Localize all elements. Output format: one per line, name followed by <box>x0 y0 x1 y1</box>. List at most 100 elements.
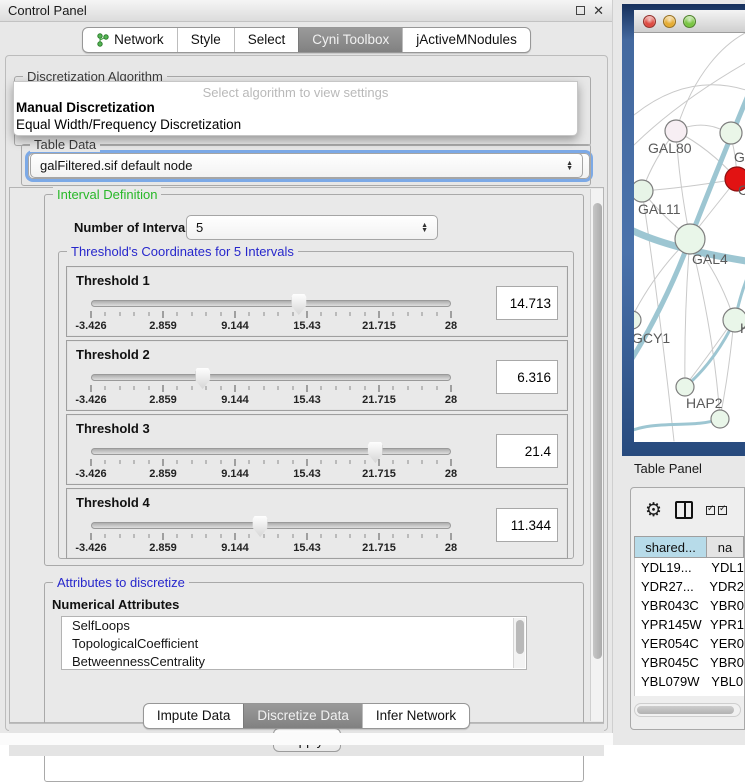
slider-tick <box>191 534 192 538</box>
network-edge[interactable] <box>676 33 745 131</box>
close-button[interactable] <box>643 15 656 28</box>
tab-label: jActiveMNodules <box>416 32 517 47</box>
cyni-toolbox-panel: Discretization Algorithm ▲▼ Table Data g… <box>5 55 608 731</box>
tab-discretize-data[interactable]: Discretize Data <box>243 704 362 728</box>
tab-select[interactable]: Select <box>234 28 299 52</box>
table-panel-title: Table Panel <box>634 461 702 476</box>
node-label: C <box>738 182 745 198</box>
slider-tick <box>249 460 250 464</box>
tab-cyni-toolbox[interactable]: Cyni Toolbox <box>298 28 402 52</box>
threshold-slider[interactable] <box>91 448 451 455</box>
tab-infer-network[interactable]: Infer Network <box>362 704 469 728</box>
minimize-button[interactable] <box>663 15 676 28</box>
app-stage: Control Panel ✕ NetworkStyleSelectCyni T… <box>0 0 745 745</box>
table-row[interactable]: YBL079WYBL0 <box>635 672 744 691</box>
table-row[interactable]: YER054CYER0 <box>635 634 744 653</box>
table-row[interactable]: YBR043CYBR0 <box>635 596 744 615</box>
threshold-value-field[interactable]: 11.344 <box>496 508 558 542</box>
slider-scale-label: -3.426 <box>75 468 106 480</box>
GAL80-node[interactable] <box>665 120 687 142</box>
threshold-value-field[interactable]: 6.316 <box>496 360 558 394</box>
threshold-value-field[interactable]: 14.713 <box>496 286 558 320</box>
table-row[interactable]: YBR045CYBR0 <box>635 653 744 672</box>
top-tab-bar: NetworkStyleSelect Cyni Toolbox jActiveMNo… <box>0 27 613 53</box>
network-canvas[interactable]: GAL80GACGAL11GAL4GCY1HHAP2 <box>634 33 745 442</box>
threshold-slider[interactable] <box>91 374 451 381</box>
network-edge[interactable] <box>685 238 690 386</box>
slider-tick <box>350 386 351 390</box>
table-row[interactable]: YDL19...YDL1 <box>635 558 744 577</box>
threshold-value-field[interactable]: 21.4 <box>496 434 558 468</box>
settings-scrollbar[interactable] <box>590 189 603 721</box>
algorithm-option[interactable]: Equal Width/Frequency Discretization <box>14 117 577 134</box>
GCY1-node[interactable] <box>634 311 641 329</box>
tab-jactivemnodules[interactable]: jActiveMNodules <box>402 28 530 52</box>
slider-tick <box>235 311 236 318</box>
tab-network[interactable]: Network <box>83 28 177 52</box>
slider-tick <box>379 459 380 466</box>
tab-label: Infer Network <box>376 708 456 723</box>
slider-scale-label: -3.426 <box>75 320 106 332</box>
slider-tick <box>163 311 164 318</box>
slider-tick <box>206 534 207 538</box>
slider-tick <box>148 312 149 316</box>
float-window-icon[interactable] <box>576 5 585 17</box>
GAL11-node[interactable] <box>634 180 653 202</box>
attribute-item[interactable]: BetweennessCentrality <box>62 653 526 670</box>
gear-icon[interactable]: ⚙ <box>645 501 662 520</box>
slider-tick <box>148 460 149 464</box>
algorithm-option[interactable]: Manual Discretization <box>14 100 577 117</box>
table-data-combobox-value: galFiltered.sif default node <box>40 158 192 173</box>
table-row[interactable]: YLR345WYLR3 <box>635 691 744 696</box>
table-row[interactable]: YPR145WYPR1 <box>635 615 744 634</box>
checkbox-group-icon[interactable] <box>706 506 727 515</box>
network-edge[interactable] <box>634 419 720 433</box>
table-horizontal-scrollbar[interactable] <box>634 703 741 717</box>
column-header-shared[interactable]: shared... <box>634 536 707 558</box>
unnamed-node-top[interactable] <box>720 122 742 144</box>
table-rows: YDL19...YDL1YDR27...YDR2YBR043CYBR0YPR14… <box>634 558 744 696</box>
slider-scale-label: -3.426 <box>75 542 106 554</box>
tab-impute-data[interactable]: Impute Data <box>144 704 244 728</box>
threshold-slider[interactable] <box>91 522 451 529</box>
HAP2-node[interactable] <box>676 378 694 396</box>
column-header-name[interactable]: na <box>707 536 744 558</box>
slider-tick <box>134 534 135 538</box>
table-row[interactable]: YDR27...YDR2 <box>635 577 744 596</box>
slider-tick <box>119 460 120 464</box>
cell-name: YBR0 <box>706 596 744 615</box>
number-of-intervals-combobox[interactable]: 5 ▲▼ <box>186 215 438 240</box>
table-data-group-title: Table Data <box>30 137 100 152</box>
slider-tick <box>263 460 264 464</box>
node-label: GAL4 <box>692 251 728 267</box>
numerical-attributes-list[interactable]: SelfLoopsTopologicalCoefficientBetweenne… <box>61 616 527 670</box>
slider-tick <box>393 534 394 538</box>
threshold-panel-2: Threshold 2-3.4262.8599.14415.4321.71528… <box>66 340 568 411</box>
network-edge[interactable] <box>642 179 737 191</box>
table-data-combobox[interactable]: galFiltered.sif default node ▲▼ <box>30 153 583 178</box>
top-tabs-control: NetworkStyleSelect Cyni Toolbox jActiveMNo… <box>82 27 531 53</box>
close-panel-icon[interactable]: ✕ <box>593 4 604 17</box>
slider-scale-label: 28 <box>445 394 457 406</box>
node-label: H <box>740 320 745 336</box>
tab-label: Cyni Toolbox <box>312 32 389 47</box>
slider-tick <box>379 385 380 392</box>
slider-scale-label: 28 <box>445 320 457 332</box>
slider-tick <box>321 534 322 538</box>
columns-icon[interactable] <box>675 501 693 519</box>
slider-scale-label: 15.43 <box>293 320 321 332</box>
tab-style[interactable]: Style <box>177 28 234 52</box>
slider-ticks <box>91 459 451 467</box>
attributes-list-scrollbar[interactable] <box>513 618 525 668</box>
slider-tick <box>206 460 207 464</box>
attribute-item[interactable]: SelfLoops <box>62 617 526 635</box>
cell-shared-name: YBR045C <box>635 653 706 672</box>
threshold-slider[interactable] <box>91 300 451 307</box>
slider-tick <box>335 312 336 316</box>
unnamed-node-bottom[interactable] <box>711 410 729 428</box>
GAL4-node[interactable] <box>675 224 705 254</box>
attribute-item[interactable]: TopologicalCoefficient <box>62 635 526 653</box>
network-edge[interactable] <box>634 85 745 115</box>
zoom-button[interactable] <box>683 15 696 28</box>
slider-tick <box>191 460 192 464</box>
